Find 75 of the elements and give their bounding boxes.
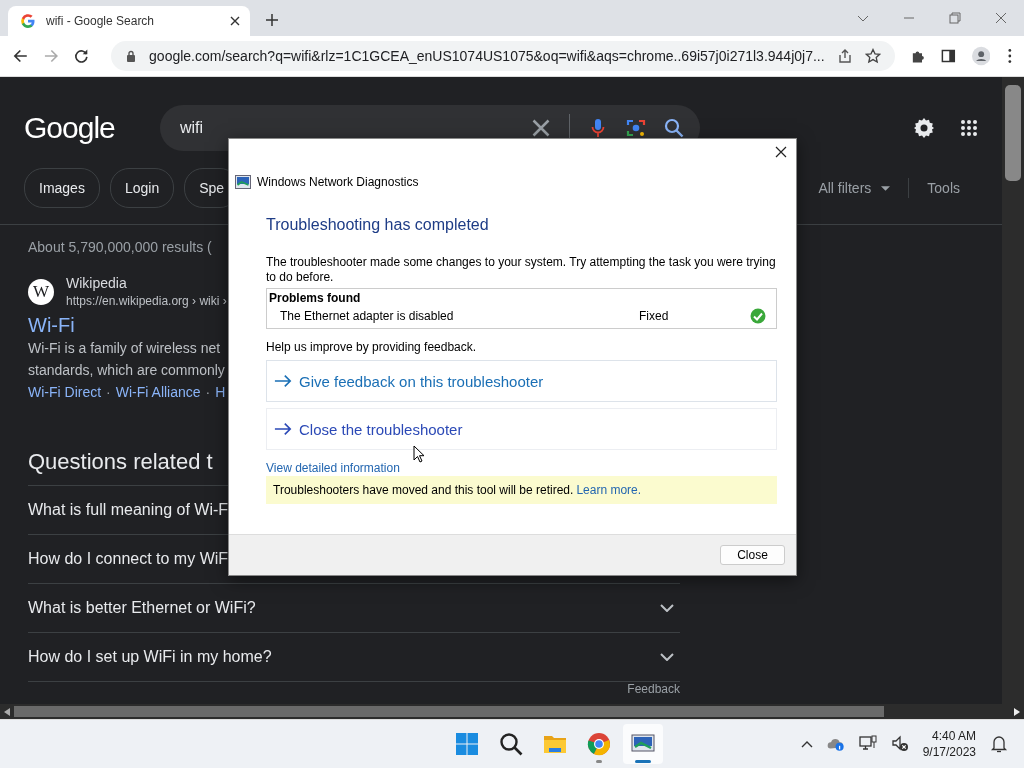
tools-menu[interactable]: Tools <box>927 180 960 196</box>
chevron-down-icon <box>660 653 674 661</box>
feedback-prompt: Help us improve by providing feedback. <box>266 340 478 354</box>
notice-text: Troubleshooters have moved and this tool will be retired. <box>273 483 574 497</box>
windows-logo-icon <box>455 732 480 756</box>
muted-speaker-icon[interactable] <box>890 735 909 753</box>
result-url: https://en.wikipedia.org › wiki › <box>66 294 227 308</box>
filter-chip[interactable]: Login <box>109 168 175 208</box>
chevron-down-icon <box>660 604 674 612</box>
dialog-title: Windows Network Diagnostics <box>257 175 419 189</box>
tab-title: wifi - Google Search <box>46 14 156 28</box>
back-icon[interactable] <box>13 48 28 64</box>
network-icon[interactable] <box>858 735 877 753</box>
problem-name: The Ethernet adapter is disabled <box>280 309 455 323</box>
new-tab-icon[interactable] <box>266 14 278 26</box>
question-row[interactable]: What is better Ethernet or WiFi? <box>28 584 680 633</box>
filter-chip[interactable]: Images <box>24 168 100 208</box>
close-icon[interactable] <box>775 146 787 158</box>
address-bar[interactable]: google.com/search?q=wifi&rlz=1C1GCEA_enUS1074US1075&oq=wifi&aqs=chrome..69i57j0i271l3.944j0j7... <box>111 41 895 71</box>
arrow-right-icon <box>274 374 292 388</box>
restore-icon[interactable] <box>949 12 961 24</box>
reload-icon[interactable] <box>74 48 90 64</box>
notification-bell-icon[interactable] <box>990 735 1008 753</box>
command-link[interactable]: Close the troubleshooter <box>266 408 777 450</box>
browser-tab[interactable]: wifi - Google Search <box>8 6 250 36</box>
vertical-scrollbar[interactable] <box>1002 77 1024 704</box>
settings-icon[interactable] <box>912 116 936 140</box>
caret-icon <box>881 185 891 191</box>
star-icon[interactable] <box>864 48 881 64</box>
scroll-left-icon[interactable] <box>4 707 10 716</box>
all-filters-menu[interactable]: All filters <box>818 180 872 196</box>
menu-icon[interactable] <box>1008 48 1012 64</box>
google-logo[interactable]: Google <box>24 111 160 145</box>
result-source: Wikipedia <box>66 275 128 291</box>
wikipedia-favicon: W <box>28 278 54 305</box>
search-icon[interactable] <box>664 118 684 138</box>
sitelink[interactable]: H <box>215 381 226 403</box>
sitelink[interactable]: Wi-Fi Direct <box>28 381 102 403</box>
sitelink[interactable]: Wi-Fi Alliance <box>115 381 201 403</box>
profile-icon[interactable] <box>971 46 991 66</box>
arrow-right-icon <box>274 422 292 436</box>
dialog-message: The troubleshooter made some changes to your system. Try attempting the task you were trying to do before. <box>266 255 777 285</box>
problems-header: Problems found <box>269 291 362 305</box>
results-count: About 5,790,000,000 results ( <box>28 239 213 255</box>
side-panel-icon[interactable] <box>941 48 956 64</box>
command-link[interactable]: Give feedback on this troubleshooter <box>266 360 777 402</box>
apps-grid-icon[interactable] <box>960 119 978 137</box>
camera-lens-icon[interactable] <box>626 118 646 138</box>
result-snippet: standards, which are commonly <box>28 361 225 380</box>
horizontal-scrollbar[interactable] <box>0 704 1024 719</box>
learn-more-link[interactable]: Learn more. <box>576 483 642 497</box>
question-row[interactable]: How do I set up WiFi in my home? <box>28 633 680 682</box>
search-icon <box>499 732 524 756</box>
result-snippet: Wi-Fi is a family of wireless net <box>28 339 221 358</box>
url-text: google.com/search?q=wifi&rlz=1C1GCEA_enUS1074US1075&oq=wifi&aqs=chrome..69i57j0i271l3.944j0j7... <box>149 48 825 64</box>
feedback-link[interactable]: Feedback <box>627 682 680 696</box>
dialog-heading: Troubleshooting has completed <box>266 216 490 234</box>
separator-dot: · <box>205 383 211 402</box>
clock[interactable]: 4:40 AM 9/17/2023 <box>922 728 976 760</box>
separator-dot: · <box>106 383 111 402</box>
share-icon[interactable] <box>836 48 853 64</box>
clear-icon[interactable] <box>531 118 551 138</box>
details-link[interactable]: View detailed information <box>266 461 400 475</box>
close-icon[interactable] <box>230 16 240 26</box>
problem-status: Fixed <box>639 309 670 323</box>
lock-icon <box>125 50 138 62</box>
google-icon <box>20 13 36 29</box>
network-diagnostics-icon <box>235 175 251 189</box>
close-button[interactable]: Close <box>720 545 785 565</box>
mouse-cursor-icon <box>413 445 425 463</box>
scroll-right-icon[interactable] <box>1014 707 1020 716</box>
chrome-icon <box>587 732 612 756</box>
puzzle-icon[interactable] <box>910 48 926 64</box>
result-title-link[interactable]: Wi-Fi <box>28 314 75 337</box>
chevron-up-icon[interactable] <box>800 740 813 748</box>
